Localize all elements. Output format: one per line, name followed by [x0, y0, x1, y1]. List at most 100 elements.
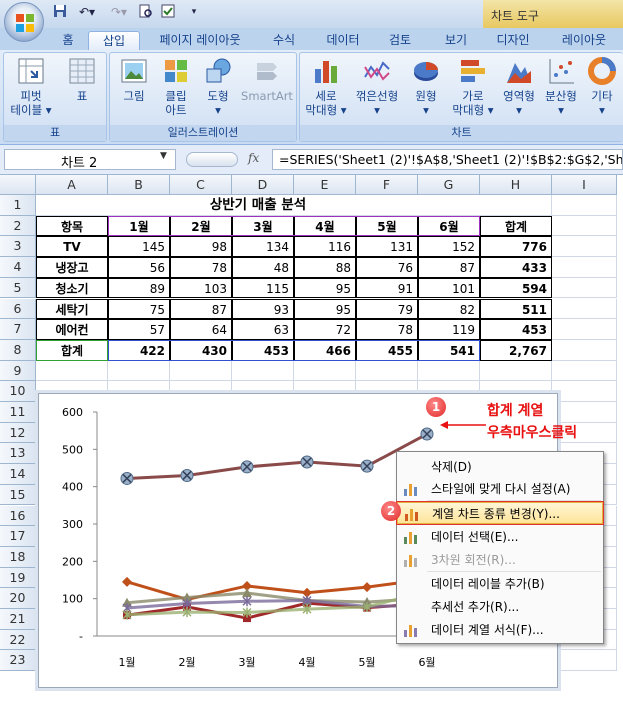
row-label-cell[interactable]: 냉장고 — [36, 257, 108, 278]
row-header-11[interactable]: 11 — [0, 402, 36, 423]
fx-icon[interactable]: fx — [248, 151, 259, 165]
tab-insert[interactable]: 삽입 — [88, 31, 140, 50]
row-header-5[interactable]: 5 — [0, 277, 36, 299]
tab-layout[interactable]: 레이아웃 — [552, 31, 616, 50]
row-header-21[interactable]: 21 — [0, 609, 36, 630]
value-cell[interactable]: 78 — [170, 257, 232, 278]
tab-view[interactable]: 보기 — [436, 31, 476, 50]
table-header-cell[interactable]: 1월 — [108, 215, 170, 237]
value-cell[interactable]: 91 — [356, 277, 418, 299]
row-header-13[interactable]: 13 — [0, 443, 36, 465]
value-cell[interactable]: 511 — [480, 298, 552, 320]
menu-item-5[interactable]: 데이터 레이블 추가(B) — [397, 573, 603, 595]
tab-page-layout[interactable]: 페이지 레이아웃 — [148, 31, 252, 50]
value-cell[interactable]: 76 — [356, 257, 418, 278]
row-header-12[interactable]: 12 — [0, 422, 36, 444]
table-header-cell[interactable]: 6월 — [418, 215, 480, 237]
cell[interactable] — [552, 381, 617, 402]
cell[interactable] — [108, 360, 170, 382]
value-cell[interactable]: 103 — [170, 277, 232, 299]
value-cell[interactable]: 2,767 — [480, 339, 552, 361]
value-cell[interactable]: 89 — [108, 277, 170, 299]
column-header-G[interactable]: G — [418, 175, 480, 195]
menu-item-6[interactable]: 추세선 추가(R)... — [397, 596, 603, 618]
name-box-dropdown-icon[interactable]: ▼ — [160, 151, 167, 161]
name-box[interactable]: 차트 2 — [4, 149, 176, 171]
value-cell[interactable]: 116 — [294, 236, 356, 258]
cell[interactable] — [552, 319, 617, 340]
value-cell[interactable]: 134 — [232, 236, 294, 258]
value-cell[interactable]: 48 — [232, 257, 294, 278]
value-cell[interactable]: 422 — [108, 339, 170, 361]
value-cell[interactable]: 78 — [356, 319, 418, 340]
row-header-6[interactable]: 6 — [0, 298, 36, 320]
column-header-A[interactable]: A — [36, 175, 108, 195]
tab-formulas[interactable]: 수식 — [264, 31, 304, 50]
redo-icon[interactable]: ↷▾ — [106, 4, 132, 20]
value-cell[interactable]: 594 — [480, 277, 552, 299]
value-cell[interactable]: 95 — [294, 298, 356, 320]
column-header-I[interactable]: I — [552, 175, 617, 195]
cell[interactable] — [232, 360, 294, 382]
line-chart-button[interactable]: 꺾은선형 ▾ — [350, 57, 404, 117]
menu-item-4[interactable]: 3차원 회전(R)... — [397, 549, 603, 571]
value-cell[interactable]: 88 — [294, 257, 356, 278]
table-header-cell[interactable]: 3월 — [232, 215, 294, 237]
value-cell[interactable]: 152 — [418, 236, 480, 258]
cell[interactable] — [552, 257, 617, 278]
table-button[interactable]: 표 — [60, 57, 104, 103]
menu-item-0[interactable]: 삭제(D) — [397, 456, 603, 478]
select-all-corner[interactable] — [0, 175, 36, 195]
value-cell[interactable]: 115 — [232, 277, 294, 299]
value-cell[interactable]: 64 — [170, 319, 232, 340]
office-button[interactable] — [4, 2, 44, 42]
customize-qat-icon[interactable]: ▾ — [186, 4, 202, 20]
cell[interactable] — [552, 195, 617, 216]
row-label-cell[interactable]: 합계 — [36, 339, 108, 361]
cell[interactable] — [552, 360, 617, 382]
value-cell[interactable]: 453 — [232, 339, 294, 361]
row-label-cell[interactable]: 에어컨 — [36, 319, 108, 340]
value-cell[interactable]: 541 — [418, 339, 480, 361]
value-cell[interactable]: 95 — [294, 277, 356, 299]
value-cell[interactable]: 63 — [232, 319, 294, 340]
value-cell[interactable]: 455 — [356, 339, 418, 361]
scatter-chart-button[interactable]: 분산형 ▾ — [540, 57, 582, 117]
cell[interactable] — [170, 360, 232, 382]
row-header-10[interactable]: 10 — [0, 381, 36, 402]
column-header-C[interactable]: C — [170, 175, 232, 195]
row-header-8[interactable]: 8 — [0, 339, 36, 361]
value-cell[interactable]: 82 — [418, 298, 480, 320]
cell[interactable] — [36, 360, 108, 382]
table-header-cell[interactable]: 5월 — [356, 215, 418, 237]
cell[interactable] — [552, 298, 617, 320]
row-header-14[interactable]: 14 — [0, 464, 36, 485]
check-icon[interactable] — [160, 4, 176, 20]
tab-review[interactable]: 검토 — [380, 31, 420, 50]
menu-item-1[interactable]: 스타일에 맞게 다시 설정(A) — [397, 478, 603, 500]
formula-bar-slider[interactable] — [186, 152, 238, 167]
print-preview-icon[interactable] — [138, 4, 154, 20]
series-line-5[interactable] — [126, 432, 428, 480]
smartart-button[interactable]: SmartArt — [238, 57, 296, 103]
value-cell[interactable]: 87 — [418, 257, 480, 278]
value-cell[interactable]: 93 — [232, 298, 294, 320]
value-cell[interactable]: 56 — [108, 257, 170, 278]
cell[interactable] — [418, 360, 480, 382]
column-header-E[interactable]: E — [294, 175, 356, 195]
column-header-D[interactable]: D — [232, 175, 294, 195]
row-header-15[interactable]: 15 — [0, 484, 36, 506]
row-header-19[interactable]: 19 — [0, 567, 36, 589]
tab-data[interactable]: 데이터 — [318, 31, 368, 50]
value-cell[interactable]: 75 — [108, 298, 170, 320]
menu-item-7[interactable]: 데이터 계열 서식(F)... — [397, 619, 603, 641]
cell[interactable] — [552, 215, 617, 237]
pivot-table-button[interactable]: 피벗 테이블 ▾ — [6, 57, 56, 117]
column-header-H[interactable]: H — [480, 175, 552, 195]
pie-chart-button[interactable]: 원형 ▾ — [406, 57, 446, 117]
row-label-cell[interactable]: TV — [36, 236, 108, 258]
row-header-3[interactable]: 3 — [0, 236, 36, 258]
formula-input[interactable]: =SERIES('Sheet1 (2)'!$A$8,'Sheet1 (2)'!$… — [272, 149, 623, 170]
table-header-cell[interactable]: 2월 — [170, 215, 232, 237]
other-chart-button[interactable]: 기타 ▾ — [584, 57, 620, 117]
